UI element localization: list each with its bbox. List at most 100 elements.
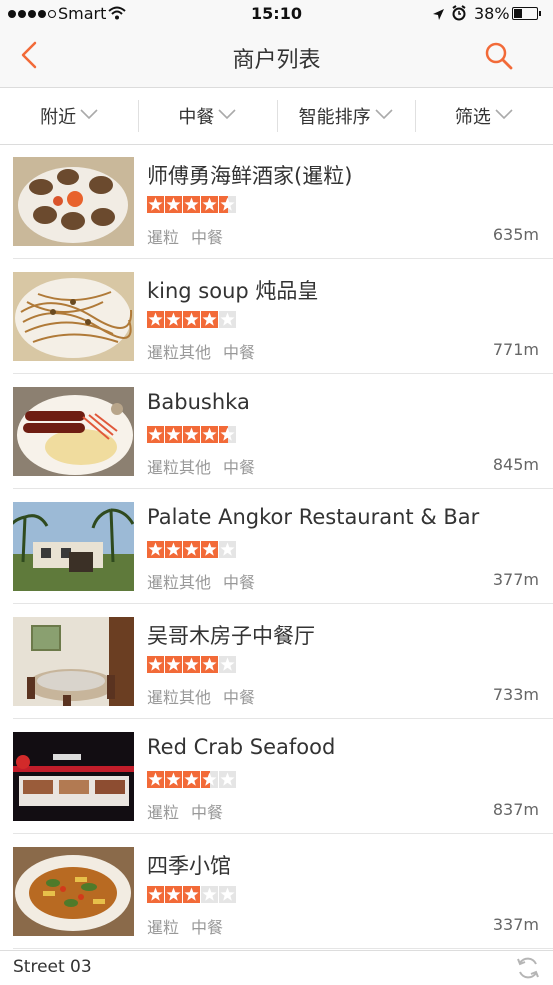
filter-nearby[interactable]: 附近 [0, 88, 138, 144]
restaurant-tags: 暹粒 中餐 [147, 799, 235, 823]
rating-star [183, 771, 200, 788]
restaurant-photo [13, 502, 134, 591]
restaurant-tags: 暹粒其他 中餐 [147, 569, 267, 593]
chevron-down-icon [218, 109, 236, 119]
restaurant-tags: 暹粒其他 中餐 [147, 684, 267, 708]
area-tag: 暹粒 [147, 228, 180, 247]
cuisine-tag: 中餐 [191, 228, 224, 247]
location-footer: Street 03 [0, 950, 553, 984]
restaurant-tags: 暹粒 中餐 [147, 914, 235, 938]
battery-percentage: 38% [474, 4, 510, 23]
rating-stars [147, 196, 236, 213]
distance-label: 377m [492, 570, 539, 589]
search-icon[interactable] [484, 41, 514, 75]
rating-star [219, 426, 236, 443]
rating-star [183, 541, 200, 558]
restaurant-photo [13, 157, 134, 246]
status-bar: Smart 15:10 38% [0, 0, 553, 28]
rating-star [147, 541, 164, 558]
rating-star [183, 426, 200, 443]
status-time: 15:10 [251, 4, 302, 23]
location-arrow-icon [432, 6, 445, 25]
restaurant-list: 师傅勇海鲜酒家(暹粒) 暹粒 中餐 635m king soup 炖品皇 暹粒其他… [0, 144, 553, 949]
filter-cuisine[interactable]: 中餐 [138, 88, 276, 144]
rating-stars [147, 886, 236, 903]
cuisine-tag: 中餐 [223, 343, 256, 362]
rating-stars [147, 426, 236, 443]
rating-star [165, 426, 182, 443]
filter-label: 附近 [40, 107, 77, 128]
alarm-clock-icon [451, 5, 467, 25]
restaurant-name: Red Crab Seafood [147, 735, 336, 759]
top-bar: Smart 15:10 38% 商户列表 [0, 0, 553, 87]
restaurant-photo [13, 847, 134, 936]
restaurant-list-item[interactable]: Red Crab Seafood 暹粒 中餐 837m [0, 719, 553, 834]
rating-star [201, 541, 218, 558]
distance-label: 771m [492, 340, 539, 359]
rating-star [219, 311, 236, 328]
rating-stars [147, 311, 236, 328]
restaurant-name: king soup 炖品皇 [147, 279, 319, 303]
restaurant-photo [13, 387, 134, 476]
navigation-bar: 商户列表 [0, 28, 553, 87]
restaurant-list-item[interactable]: 师傅勇海鲜酒家(暹粒) 暹粒 中餐 635m [0, 144, 553, 259]
refresh-icon[interactable] [515, 955, 541, 985]
rating-star [219, 541, 236, 558]
restaurant-list-item[interactable]: 吴哥木房子中餐厅 暹粒其他 中餐 733m [0, 604, 553, 719]
chevron-down-icon [80, 109, 98, 119]
rating-star [183, 886, 200, 903]
distance-label: 733m [492, 685, 539, 704]
rating-star [165, 771, 182, 788]
rating-star [183, 196, 200, 213]
rating-star [147, 311, 164, 328]
rating-star [201, 196, 218, 213]
filter-bar: 附近 中餐 智能排序 筛选 [0, 87, 553, 145]
area-tag: 暹粒 [147, 918, 180, 937]
rating-star [201, 311, 218, 328]
restaurant-name: 师傅勇海鲜酒家(暹粒) [147, 164, 353, 188]
filter-label: 智能排序 [298, 107, 371, 128]
area-tag: 暹粒其他 [147, 573, 212, 592]
restaurant-list-item[interactable]: 四季小馆 暹粒 中餐 337m [0, 834, 553, 949]
filter-sort[interactable]: 智能排序 [276, 88, 415, 144]
restaurant-name: 吴哥木房子中餐厅 [147, 624, 315, 648]
rating-star [219, 656, 236, 673]
restaurant-list-item[interactable]: Babushka 暹粒其他 中餐 845m [0, 374, 553, 489]
cuisine-tag: 中餐 [223, 688, 256, 707]
battery-cap [539, 11, 541, 16]
cuisine-tag: 中餐 [191, 803, 224, 822]
restaurant-list-item[interactable]: Palate Angkor Restaurant & Bar 暹粒其他 中餐 37… [0, 489, 553, 604]
rating-star [219, 886, 236, 903]
filter-screen[interactable]: 筛选 [414, 88, 553, 144]
rating-star [165, 886, 182, 903]
restaurant-photo [13, 272, 134, 361]
restaurant-tags: 暹粒其他 中餐 [147, 339, 267, 363]
rating-star [201, 886, 218, 903]
rating-stars [147, 656, 236, 673]
restaurant-photo [13, 617, 134, 706]
restaurant-photo [13, 732, 134, 821]
restaurant-name: Palate Angkor Restaurant & Bar [147, 505, 480, 529]
restaurant-name: 四季小馆 [147, 854, 231, 878]
rating-star [201, 771, 218, 788]
rating-star [165, 541, 182, 558]
rating-star [147, 886, 164, 903]
restaurant-name: Babushka [147, 390, 250, 414]
chevron-down-icon [495, 109, 513, 119]
rating-star [147, 656, 164, 673]
cuisine-tag: 中餐 [223, 458, 256, 477]
current-location-label: Street 03 [13, 957, 92, 977]
distance-label: 337m [492, 915, 539, 934]
distance-label: 845m [492, 455, 539, 474]
distance-label: 837m [492, 800, 539, 819]
area-tag: 暹粒其他 [147, 343, 212, 362]
rating-star [219, 771, 236, 788]
area-tag: 暹粒 [147, 803, 180, 822]
chevron-down-icon [375, 109, 393, 119]
rating-star [147, 771, 164, 788]
area-tag: 暹粒其他 [147, 458, 212, 477]
restaurant-list-item[interactable]: king soup 炖品皇 暹粒其他 中餐 771m [0, 259, 553, 374]
distance-label: 635m [492, 225, 539, 244]
rating-star [165, 196, 182, 213]
rating-star [201, 656, 218, 673]
